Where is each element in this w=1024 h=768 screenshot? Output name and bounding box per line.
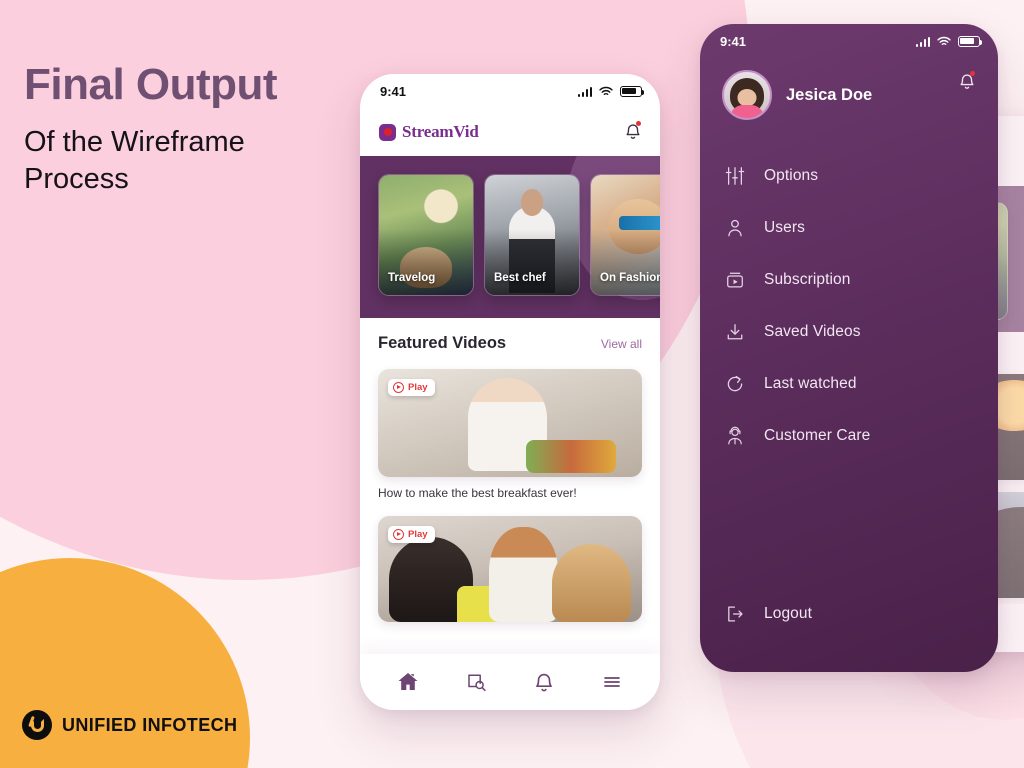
video-thumbnail[interactable]: Play	[378, 516, 642, 622]
menu-item-label: Subscription	[764, 271, 851, 288]
menu-item-subscription[interactable]: Subscription	[724, 254, 998, 306]
main-status-bar: 9:41	[360, 74, 660, 108]
menu-item-label: Options	[764, 167, 819, 184]
video-list-item[interactable]: Play	[378, 516, 642, 622]
menu-item-label: Customer Care	[764, 427, 871, 444]
notification-bell-button[interactable]	[624, 121, 642, 142]
notification-dot	[636, 121, 641, 126]
subscription-box-icon	[724, 270, 746, 290]
signal-icon	[915, 36, 930, 47]
user-profile[interactable]: Jesica Doe	[722, 70, 872, 120]
logout-icon	[724, 604, 746, 624]
notification-dot	[970, 71, 975, 76]
menu-icon[interactable]	[600, 670, 624, 694]
phone-menu-mockup: 9:41 Jesica Doe Options Users Subscripti…	[700, 24, 998, 672]
category-carousel[interactable]: Travelog Best chef On Fashion	[360, 156, 660, 318]
carousel-track[interactable]: Travelog Best chef On Fashion	[378, 174, 660, 296]
logout-label: Logout	[764, 605, 813, 622]
featured-videos-section: Featured Videos View all Play How to mak…	[360, 318, 660, 622]
battery-icon	[620, 85, 645, 97]
brand-name: UNIFIED INFOTECH	[62, 714, 238, 735]
history-icon	[724, 374, 746, 394]
carousel-card-on-fashion[interactable]: On Fashion	[590, 174, 660, 296]
app-logo-text: StreamVid	[402, 122, 479, 141]
phone-main-mockup: 9:41 StreamVid Travelog Best chef On Fas…	[360, 74, 660, 710]
menu-item-saved-videos[interactable]: Saved Videos	[724, 306, 998, 358]
menu-item-last-watched[interactable]: Last watched	[724, 358, 998, 410]
video-list-item[interactable]: Play How to make the best breakfast ever…	[378, 369, 642, 500]
menu-item-users[interactable]: Users	[724, 202, 998, 254]
logout-button[interactable]: Logout	[724, 588, 812, 640]
streamvid-logo-icon	[379, 123, 396, 141]
avatar[interactable]	[722, 70, 772, 120]
notification-bell-button[interactable]	[958, 71, 976, 92]
carousel-card-label: On Fashion	[600, 272, 660, 284]
app-logo[interactable]: StreamVid	[379, 122, 479, 142]
status-icons	[577, 85, 645, 97]
bottom-navigation[interactable]	[360, 654, 660, 710]
carousel-card-travelog[interactable]: Travelog	[378, 174, 474, 296]
brand-logo: UNIFIED INFOTECH	[22, 710, 237, 740]
page-title: Final Output	[24, 60, 278, 109]
menu-item-customer-care[interactable]: Customer Care	[724, 410, 998, 462]
signal-icon	[577, 86, 592, 97]
play-label: Play	[408, 529, 428, 540]
sliders-icon	[724, 166, 746, 186]
wifi-icon	[599, 86, 613, 97]
carousel-card-label: Best chef	[494, 272, 546, 284]
search-icon[interactable]	[465, 670, 489, 694]
carousel-card-best-chef[interactable]: Best chef	[484, 174, 580, 296]
menu-item-label: Users	[764, 219, 805, 236]
play-badge[interactable]: Play	[388, 526, 435, 543]
play-icon	[393, 382, 404, 393]
menu-status-bar: 9:41	[700, 24, 998, 58]
video-thumbnail[interactable]: Play	[378, 369, 642, 477]
play-icon	[393, 529, 404, 540]
unified-u-icon	[22, 710, 52, 740]
side-menu[interactable]: Options Users Subscription Saved Videos …	[700, 150, 998, 462]
wifi-icon	[937, 36, 951, 47]
avatar-art	[730, 105, 764, 118]
menu-status-time: 9:41	[720, 33, 747, 49]
status-time: 9:41	[380, 83, 407, 99]
play-label: Play	[408, 382, 428, 393]
menu-status-icons	[915, 35, 983, 47]
carousel-card-label: Travelog	[388, 272, 436, 284]
headline-block: Final Output Of the Wireframe Process	[24, 60, 354, 198]
video-caption: How to make the best breakfast ever!	[378, 486, 577, 500]
menu-item-label: Last watched	[764, 375, 857, 392]
featured-header: Featured Videos View all	[378, 334, 642, 353]
play-badge[interactable]: Play	[388, 379, 435, 396]
app-header: StreamVid	[360, 108, 660, 156]
person-icon	[724, 218, 746, 238]
featured-title: Featured Videos	[378, 334, 507, 352]
user-name: Jesica Doe	[786, 85, 873, 104]
home-icon[interactable]	[396, 670, 420, 694]
menu-item-options[interactable]: Options	[724, 150, 998, 202]
download-icon	[724, 322, 746, 342]
bell-icon[interactable]	[533, 671, 555, 694]
video-art-detail	[488, 526, 558, 622]
menu-item-label: Saved Videos	[764, 323, 861, 340]
page-subtitle: Of the Wireframe Process	[24, 126, 245, 196]
battery-icon	[958, 35, 983, 47]
menu-user-header: Jesica Doe	[700, 58, 998, 120]
view-all-link[interactable]: View all	[601, 337, 642, 351]
headset-agent-icon	[724, 426, 746, 446]
